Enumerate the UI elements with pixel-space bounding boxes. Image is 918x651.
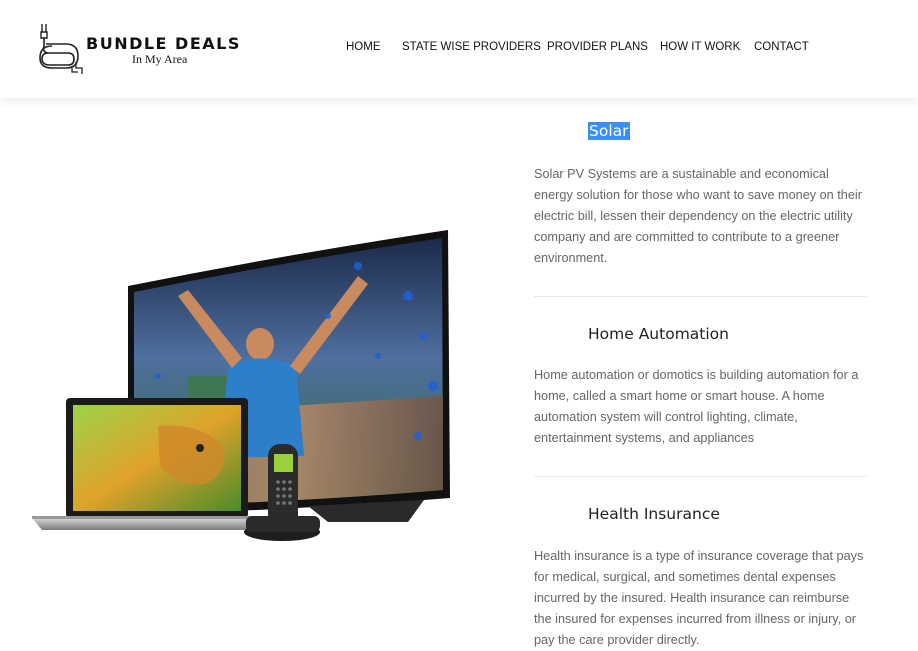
logo-subtitle: In My Area	[132, 52, 188, 66]
health-insurance-heading: Health Insurance	[588, 505, 720, 523]
nav-how-it-work[interactable]: HOW IT WORK	[660, 41, 740, 53]
nav-provider-plans[interactable]: PROVIDER PLANS	[547, 41, 648, 53]
site-logo[interactable]: BUNDLE DEALS In My Area	[38, 22, 253, 74]
nav-state-wise-providers[interactable]: STATE WISE PROVIDERS	[402, 41, 541, 53]
solar-description: Solar PV Systems are a sustainable and e…	[534, 167, 862, 265]
home-automation-description: Home automation or domotics is building …	[534, 368, 859, 445]
site-header: BUNDLE DEALS In My Area HOME STATE WISE …	[0, 0, 918, 98]
health-insurance-description: Health insurance is a type of insurance …	[534, 549, 864, 647]
devices-hero-image	[32, 230, 450, 541]
cable-plug-icon	[39, 24, 83, 74]
home-automation-heading: Home Automation	[588, 325, 729, 343]
section-divider	[534, 476, 867, 477]
nav-home[interactable]: HOME	[346, 41, 381, 53]
logo-title: BUNDLE DEALS	[86, 34, 241, 53]
nav-contact[interactable]: CONTACT	[754, 41, 809, 53]
solar-heading: Solar	[588, 122, 630, 140]
section-divider	[534, 296, 867, 297]
